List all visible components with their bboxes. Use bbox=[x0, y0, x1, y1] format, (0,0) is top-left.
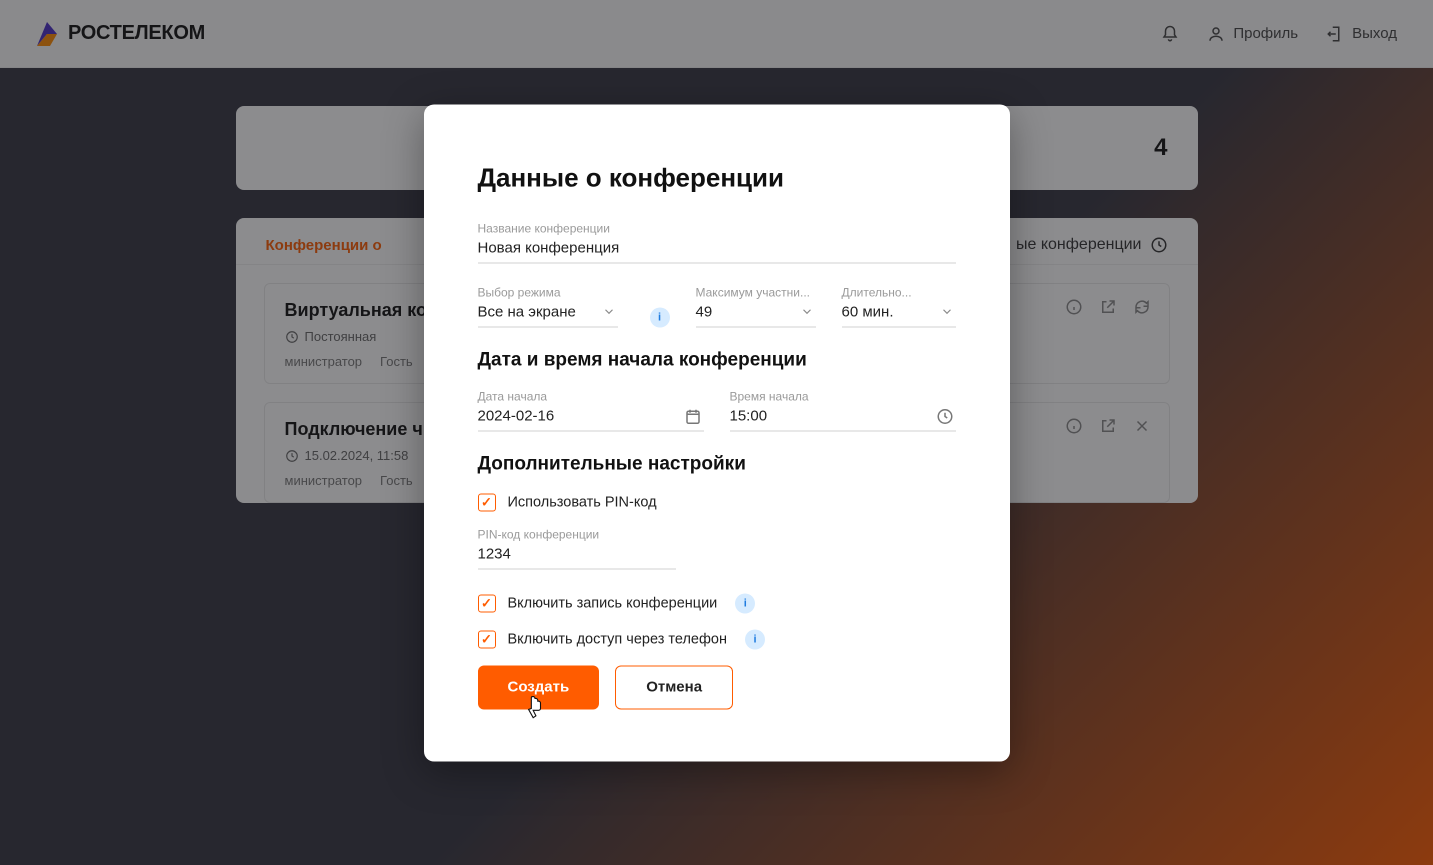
record-label: Включить запись конференции bbox=[508, 595, 718, 611]
max-participants-select[interactable]: 49 bbox=[696, 301, 816, 327]
mode-info-icon[interactable]: i bbox=[650, 307, 670, 327]
datetime-title: Дата и время начала конференции bbox=[478, 349, 956, 371]
phone-checkbox[interactable]: ✓ bbox=[478, 630, 496, 648]
clock-icon[interactable] bbox=[936, 407, 954, 425]
duration-label: Длительно... bbox=[842, 285, 956, 299]
pin-input[interactable] bbox=[478, 543, 676, 569]
phone-label: Включить доступ через телефон bbox=[508, 631, 727, 647]
chevron-down-icon bbox=[800, 303, 814, 321]
conference-name-input[interactable] bbox=[478, 237, 956, 263]
cancel-button[interactable]: Отмена bbox=[615, 665, 733, 709]
name-label: Название конференции bbox=[478, 221, 956, 235]
record-info-icon[interactable]: i bbox=[735, 593, 755, 613]
date-label: Дата начала bbox=[478, 389, 704, 403]
mode-label: Выбор режима bbox=[478, 285, 618, 299]
use-pin-checkbox[interactable]: ✓ bbox=[478, 493, 496, 511]
max-label: Максимум участни... bbox=[696, 285, 816, 299]
phone-info-icon[interactable]: i bbox=[745, 629, 765, 649]
duration-select[interactable]: 60 мин. bbox=[842, 301, 956, 327]
chevron-down-icon bbox=[940, 303, 954, 321]
mode-select[interactable]: Все на экране bbox=[478, 301, 618, 327]
start-date-input[interactable] bbox=[478, 405, 704, 431]
pointer-cursor-icon bbox=[524, 695, 546, 721]
pin-label: PIN-код конференции bbox=[478, 527, 676, 541]
chevron-down-icon bbox=[602, 303, 616, 321]
create-conference-modal: Данные о конференции Название конференци… bbox=[424, 104, 1010, 761]
extra-title: Дополнительные настройки bbox=[478, 453, 956, 475]
record-checkbox[interactable]: ✓ bbox=[478, 594, 496, 612]
calendar-icon[interactable] bbox=[684, 407, 702, 425]
modal-title: Данные о конференции bbox=[478, 162, 956, 193]
time-label: Время начала bbox=[730, 389, 956, 403]
use-pin-label: Использовать PIN-код bbox=[508, 494, 657, 510]
start-time-input[interactable] bbox=[730, 405, 956, 431]
